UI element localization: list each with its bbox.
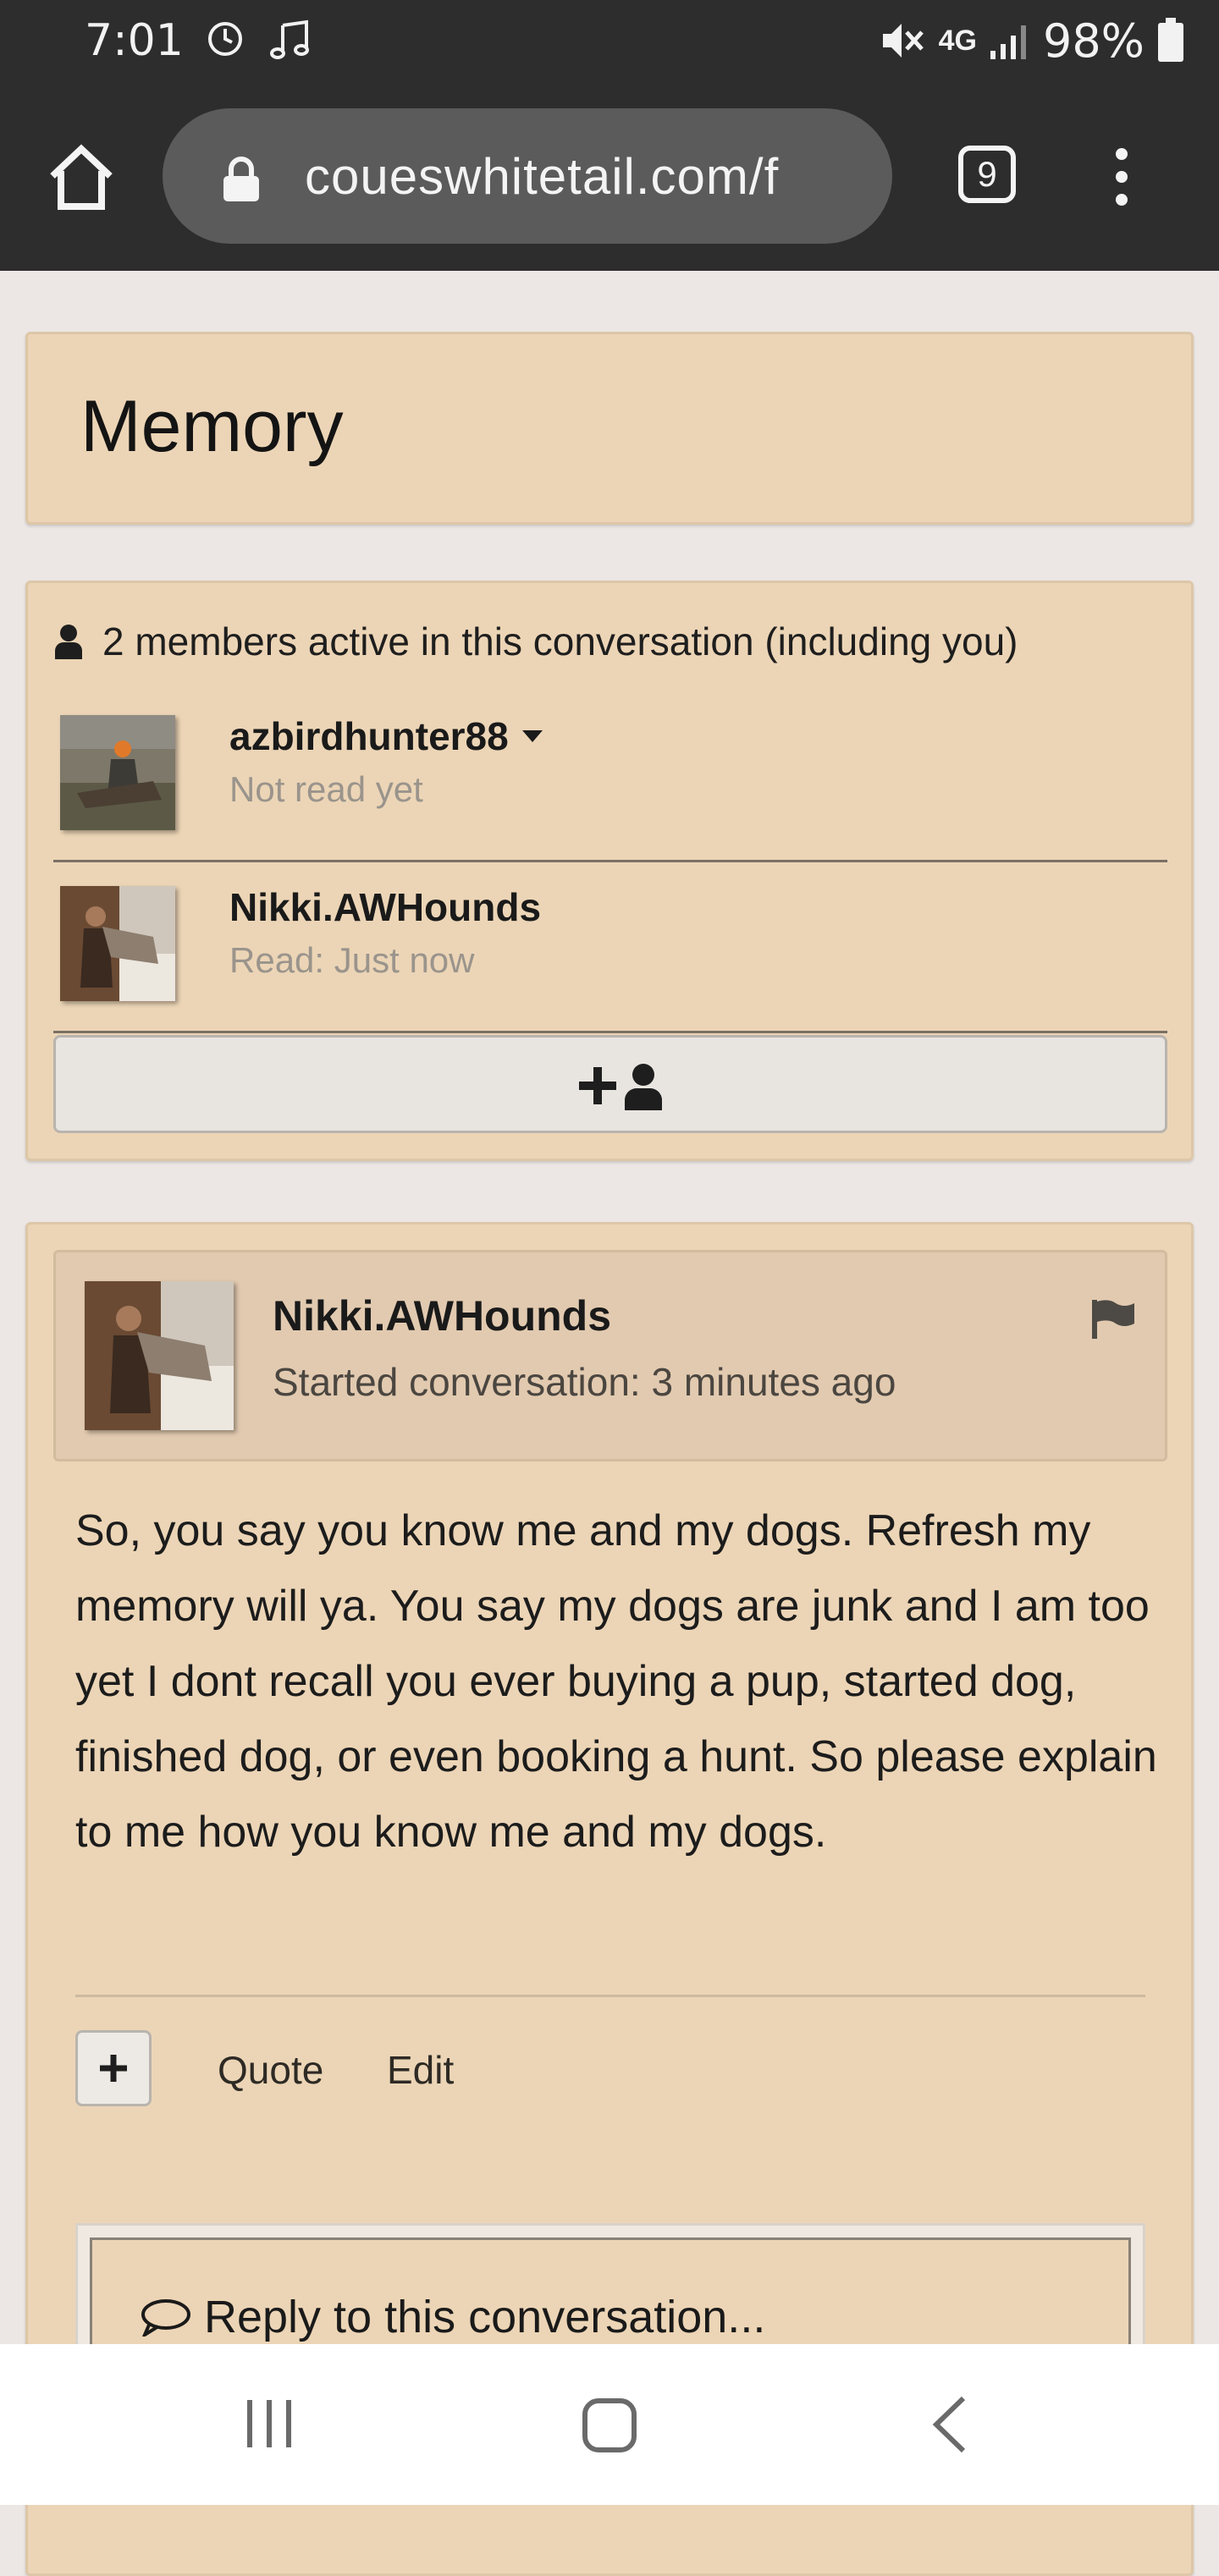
signal-icon	[990, 25, 1026, 59]
browser-toolbar: coueswhitetail.com/f 9	[0, 85, 1219, 271]
back-icon[interactable]	[929, 2395, 968, 2454]
sync-icon	[208, 22, 242, 56]
member-status: Read: Just now	[229, 940, 475, 980]
member-name[interactable]: azbirdhunter88	[229, 713, 544, 759]
members-header: 2 members active in this conversation (i…	[53, 619, 1018, 664]
add-user-icon	[579, 1064, 662, 1110]
caret-down-icon[interactable]	[521, 729, 544, 744]
overflow-menu-icon[interactable]	[1109, 147, 1134, 206]
music-note-icon	[270, 19, 309, 59]
members-panel: 2 members active in this conversation (i…	[25, 581, 1194, 1161]
message-author[interactable]: Nikki.AWHounds	[273, 1291, 611, 1340]
flag-icon[interactable]	[1090, 1298, 1136, 1339]
home-icon[interactable]	[46, 142, 117, 213]
mute-icon	[882, 24, 924, 58]
message-body: So, you say you know me and my dogs. Ref…	[75, 1506, 1157, 1857]
tab-switcher-button[interactable]: 9	[958, 146, 1016, 203]
comment-icon	[141, 2299, 190, 2337]
member-name-text[interactable]: Nikki.AWHounds	[229, 884, 541, 930]
title-panel: Memory	[25, 332, 1194, 525]
avatar[interactable]	[60, 715, 175, 830]
message-timestamp: Started conversation: 3 minutes ago	[273, 1360, 896, 1404]
home-button-icon[interactable]	[581, 2397, 638, 2454]
member-row: azbirdhunter88 Not read yet	[53, 695, 1167, 862]
lock-icon	[223, 157, 259, 201]
quote-link[interactable]: Quote	[218, 2047, 323, 2093]
edit-link[interactable]: Edit	[387, 2047, 454, 2093]
status-time: 7:01	[85, 15, 184, 66]
member-status: Not read yet	[229, 769, 423, 809]
like-button[interactable]	[75, 2030, 152, 2106]
member-name[interactable]: Nikki.AWHounds	[229, 884, 541, 930]
url-text: coueswhitetail.com/f	[305, 148, 780, 205]
member-name-text[interactable]: azbirdhunter88	[229, 713, 509, 759]
battery-percent: 98%	[1042, 14, 1145, 68]
member-row: Nikki.AWHounds Read: Just now	[53, 866, 1167, 1033]
invite-member-button[interactable]	[53, 1035, 1167, 1133]
user-icon	[55, 625, 82, 659]
status-bar: 7:01 4G 98%	[0, 0, 1219, 85]
status-right: 4G 98%	[880, 14, 1185, 68]
network-label: 4G	[938, 24, 977, 57]
avatar[interactable]	[60, 886, 175, 1001]
plus-icon	[100, 2055, 127, 2082]
divider	[75, 1995, 1145, 1997]
message-header: Nikki.AWHounds Started conversation: 3 m…	[53, 1250, 1167, 1461]
page-title: Memory	[80, 386, 344, 467]
battery-icon	[1158, 18, 1183, 62]
address-bar[interactable]: coueswhitetail.com/f	[163, 108, 892, 244]
navigation-bar	[0, 2344, 1219, 2505]
reply-placeholder-text: Reply to this conversation...	[204, 2292, 766, 2342]
avatar[interactable]	[85, 1281, 234, 1430]
members-header-text: 2 members active in this conversation (i…	[102, 619, 1018, 663]
reply-prompt[interactable]: Reply to this conversation...	[140, 2291, 765, 2343]
recent-apps-icon[interactable]	[242, 2397, 296, 2451]
